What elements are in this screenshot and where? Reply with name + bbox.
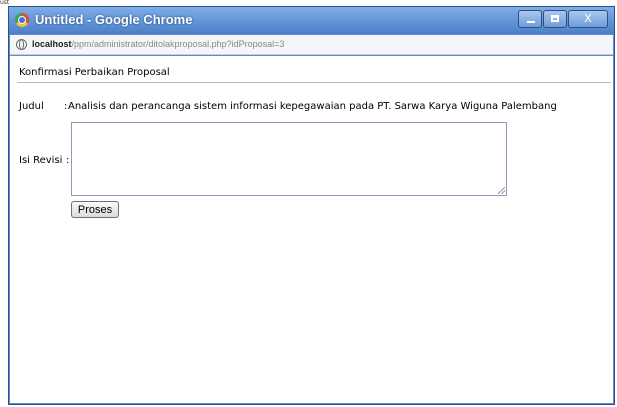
globe-icon [16, 39, 27, 50]
heading-divider [17, 82, 611, 83]
maximize-button[interactable] [543, 10, 567, 28]
isi-revisi-label: Isi Revisi [19, 155, 63, 166]
window-controls: X [517, 10, 608, 28]
judul-value: Analisis dan perancanga sistem informasi… [68, 101, 557, 112]
close-icon: X [584, 12, 592, 25]
minimize-button[interactable] [518, 10, 542, 28]
resize-handle-icon[interactable] [498, 187, 505, 194]
close-button[interactable]: X [568, 10, 608, 28]
page-content: Konfirmasi Perbaikan Proposal Judul : An… [10, 56, 613, 403]
proses-button[interactable]: Proses [71, 201, 119, 218]
url-text[interactable]: localhost/ppm/administrator/ditolakpropo… [32, 39, 284, 49]
url-host: localhost [32, 39, 72, 49]
page-title: Konfirmasi Perbaikan Proposal [19, 67, 170, 78]
isi-revisi-textarea[interactable] [71, 122, 507, 196]
judul-separator: : [64, 101, 68, 112]
isi-revisi-separator: : [66, 155, 70, 166]
window-title: Untitled - Google Chrome [35, 12, 193, 27]
judul-label: Judul [19, 101, 44, 112]
url-path: /ppm/administrator/ditolakproposal.php?i… [71, 39, 285, 49]
chrome-logo-icon [15, 13, 29, 27]
address-bar[interactable]: localhost/ppm/administrator/ditolakpropo… [10, 35, 613, 55]
chrome-popup-window: Untitled - Google Chrome X localhost/ppm… [8, 6, 615, 405]
title-bar[interactable]: Untitled - Google Chrome X [9, 7, 614, 34]
